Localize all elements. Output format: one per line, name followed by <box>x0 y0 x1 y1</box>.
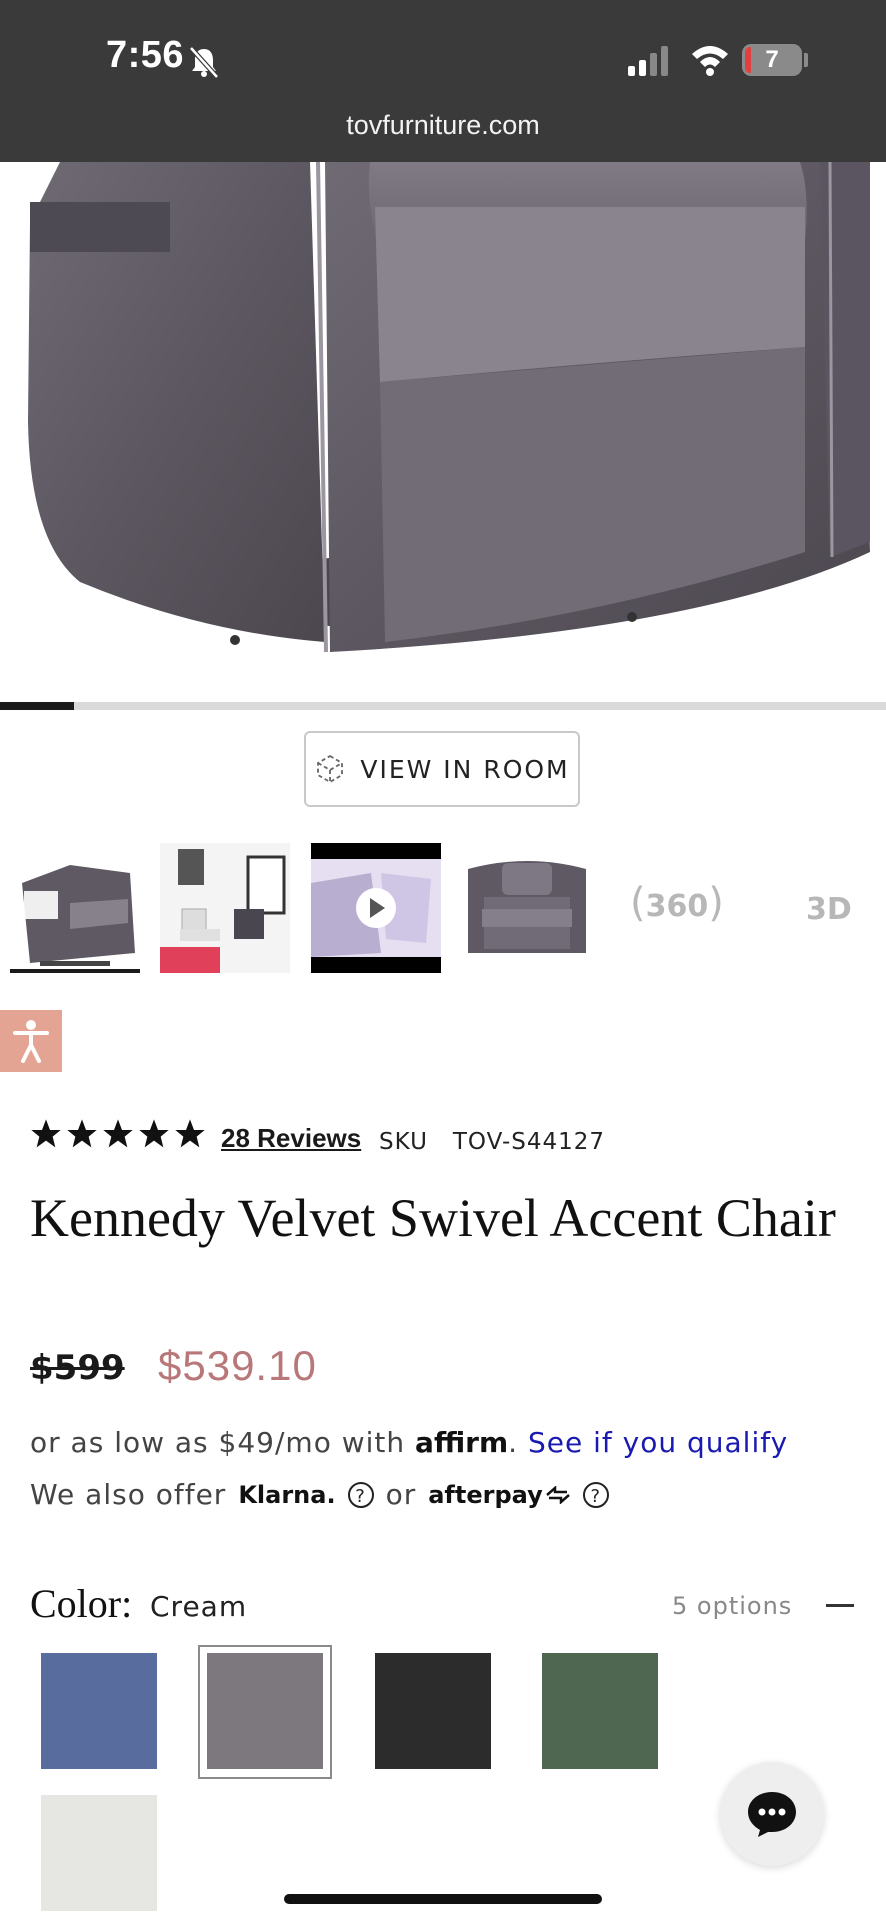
color-options-count: 5 options <box>672 1592 793 1620</box>
afterpay-arrows-icon <box>545 1485 570 1504</box>
thumbnail-video[interactable] <box>311 843 441 973</box>
view-in-room-label: VIEW IN ROOM <box>360 754 570 784</box>
address-bar-url[interactable]: tovfurniture.com <box>0 110 886 141</box>
sku-value: TOV-S44127 <box>452 1129 606 1155</box>
cellular-signal-icon <box>628 46 668 76</box>
also-offer-text: We also offer <box>30 1478 227 1511</box>
other-financing-line: We also offer Klarna. ? or afterpay ? <box>30 1478 609 1511</box>
original-price: $599 <box>30 1348 125 1388</box>
browser-status-bar: 7:56 7 tovfurniture.com <box>0 0 886 162</box>
afterpay-info-icon[interactable]: ? <box>582 1481 609 1508</box>
color-swatch-green[interactable] <box>542 1653 658 1769</box>
star-icon <box>103 1119 133 1148</box>
klarna-info-icon[interactable]: ? <box>347 1481 374 1508</box>
thumbnail-chair-front[interactable] <box>462 843 592 973</box>
afterpay-logo: afterpay <box>428 1480 543 1509</box>
gallery-progress-track <box>0 702 886 710</box>
accessibility-icon <box>13 1020 49 1063</box>
chat-button[interactable] <box>720 1762 824 1866</box>
see-if-you-qualify-link[interactable]: See if you qualify <box>528 1426 788 1459</box>
thumbnail-room-scene[interactable] <box>160 843 290 973</box>
gallery-progress-fill <box>0 702 74 710</box>
star-icon <box>31 1119 61 1148</box>
klarna-logo: Klarna. <box>238 1480 336 1509</box>
collapse-color-options-button[interactable] <box>826 1604 854 1607</box>
star-icon <box>139 1119 169 1148</box>
affirm-logo: affirm <box>415 1426 509 1459</box>
color-swatch-grey[interactable] <box>207 1653 323 1769</box>
or-text: or <box>385 1478 417 1511</box>
thumbnail-active-indicator <box>10 969 140 973</box>
product-title: Kennedy Velvet Swivel Accent Chair <box>30 1188 836 1248</box>
battery-tip <box>804 53 808 67</box>
wifi-icon <box>692 46 728 76</box>
color-swatch-black[interactable] <box>375 1653 491 1769</box>
sku-label: SKU <box>379 1129 428 1155</box>
sale-price: $539.10 <box>158 1342 317 1389</box>
rating-stars <box>30 1118 206 1150</box>
battery-level: 7 <box>765 46 779 73</box>
product-hero-image[interactable] <box>0 162 886 682</box>
view-360-label: 360 <box>645 889 709 924</box>
accessibility-button[interactable] <box>0 1010 62 1072</box>
ar-cube-icon <box>317 754 344 784</box>
thumbnail-chair-angle[interactable] <box>10 843 140 973</box>
star-icon <box>175 1119 205 1148</box>
color-label: Color: <box>30 1581 133 1626</box>
view-360-button[interactable]: (360) <box>630 880 724 926</box>
affirm-financing-line: or as low as $49/mo with affirm. See if … <box>30 1426 789 1459</box>
selected-color-name: Cream <box>150 1590 248 1623</box>
silent-bell-icon <box>189 46 219 79</box>
view-in-room-button[interactable]: VIEW IN ROOM <box>304 731 580 807</box>
status-time: 7:56 <box>106 34 185 76</box>
home-indicator[interactable] <box>284 1894 602 1904</box>
battery-icon: 7 <box>742 44 802 76</box>
financing-text: or as low as $49/mo with <box>30 1426 406 1459</box>
color-swatch-blue[interactable] <box>41 1653 157 1769</box>
reviews-link[interactable]: 28 Reviews <box>221 1123 361 1154</box>
view-3d-button[interactable]: 3D <box>806 892 852 927</box>
product-sku: SKU TOV-S44127 <box>379 1129 605 1155</box>
chat-bubble-icon <box>748 1792 796 1837</box>
color-swatch-cream[interactable] <box>41 1795 157 1911</box>
star-icon <box>67 1119 97 1148</box>
